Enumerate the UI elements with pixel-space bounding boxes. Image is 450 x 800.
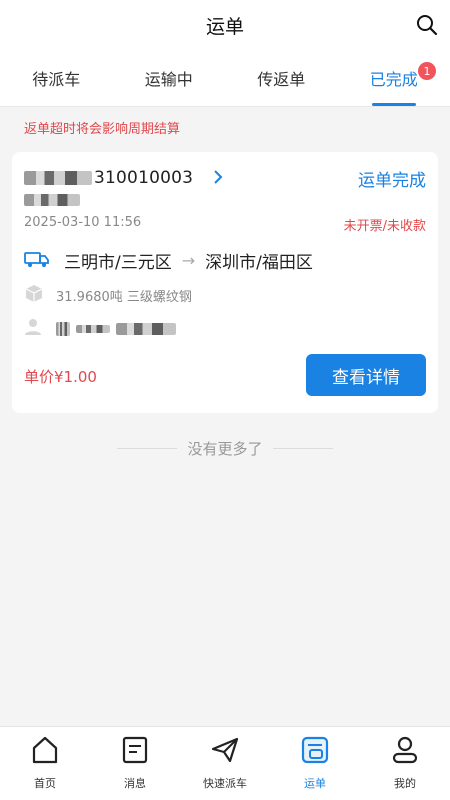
masked-order-prefix bbox=[24, 171, 92, 185]
divider bbox=[117, 448, 178, 449]
person-icon bbox=[24, 318, 42, 340]
masked-driver-phone bbox=[116, 323, 176, 335]
driver-info bbox=[24, 318, 176, 340]
tab-pending-dispatch[interactable]: 待派车 bbox=[0, 50, 113, 106]
masked-driver-name bbox=[56, 322, 70, 336]
waybill-card[interactable]: 310010003 运单完成 2025-03-10 11:56 未开票/未收款 … bbox=[12, 152, 438, 413]
tab-label: 已完成 bbox=[369, 70, 418, 89]
no-more-text: 没有更多了 bbox=[187, 440, 263, 458]
tab-badge: 1 bbox=[418, 62, 436, 80]
tabbar-label: 快速派车 bbox=[203, 777, 247, 790]
truck-icon bbox=[24, 250, 50, 272]
tab-completed[interactable]: 已完成 1 bbox=[338, 50, 450, 106]
tab-label: 待派车 bbox=[32, 70, 81, 89]
order-number-row[interactable]: 310010003 bbox=[24, 168, 223, 188]
route: 三明市/三元区 → 深圳市/福田区 bbox=[24, 248, 313, 273]
view-details-button[interactable]: 查看详情 bbox=[306, 354, 426, 396]
unit-price: 单价¥1.00 bbox=[24, 368, 97, 386]
send-icon bbox=[210, 735, 240, 769]
tabbar-label: 我的 bbox=[394, 777, 416, 790]
tab-label: 传返单 bbox=[257, 70, 306, 89]
arrow-right-icon: → bbox=[181, 251, 196, 270]
list-end-indicator: 没有更多了 bbox=[0, 438, 450, 459]
masked-driver-details bbox=[56, 322, 176, 336]
invoice-payment-status: 未开票/未收款 bbox=[343, 219, 426, 234]
message-icon bbox=[120, 735, 150, 769]
settlement-notice: 返单超时将会影响周期结算 bbox=[24, 122, 181, 137]
tab-return-receipt[interactable]: 传返单 bbox=[225, 50, 338, 106]
order-date: 2025-03-10 11:56 bbox=[24, 215, 142, 230]
destination-city: 深圳市/福田区 bbox=[205, 253, 313, 273]
tabbar-quick-dispatch[interactable]: 快速派车 bbox=[180, 727, 270, 800]
tabbar-profile[interactable]: 我的 bbox=[360, 727, 450, 800]
chevron-right-icon bbox=[213, 168, 223, 188]
tabbar-messages[interactable]: 消息 bbox=[90, 727, 180, 800]
profile-icon bbox=[390, 735, 420, 769]
bottom-tab-bar: 首页 消息 快速派车 运单 我的 bbox=[0, 726, 450, 800]
search-icon[interactable] bbox=[412, 10, 442, 40]
tabbar-home[interactable]: 首页 bbox=[0, 727, 90, 800]
tabbar-label: 首页 bbox=[34, 777, 56, 790]
tabbar-label: 运单 bbox=[304, 777, 326, 790]
waybill-status: 运单完成 bbox=[358, 171, 426, 191]
divider bbox=[272, 448, 333, 449]
tabbar-waybill[interactable]: 运单 bbox=[270, 727, 360, 800]
goods-description: 31.9680吨 三级螺纹钢 bbox=[56, 289, 192, 305]
page-title: 运单 bbox=[205, 15, 244, 38]
goods-info: 31.9680吨 三级螺纹钢 bbox=[24, 284, 192, 306]
origin-city: 三明市/三元区 bbox=[64, 253, 172, 273]
status-tabs: 待派车 运输中 传返单 已完成 1 bbox=[0, 50, 450, 107]
tab-label: 运输中 bbox=[144, 70, 193, 89]
masked-driver-id bbox=[76, 325, 110, 333]
package-icon bbox=[24, 284, 44, 306]
waybill-icon bbox=[300, 735, 330, 769]
top-bar: 运单 bbox=[0, 0, 450, 50]
masked-company-name bbox=[24, 194, 80, 206]
tab-in-transit[interactable]: 运输中 bbox=[113, 50, 226, 106]
order-number: 310010003 bbox=[94, 168, 194, 188]
tabbar-label: 消息 bbox=[124, 777, 146, 790]
home-icon bbox=[30, 735, 60, 769]
